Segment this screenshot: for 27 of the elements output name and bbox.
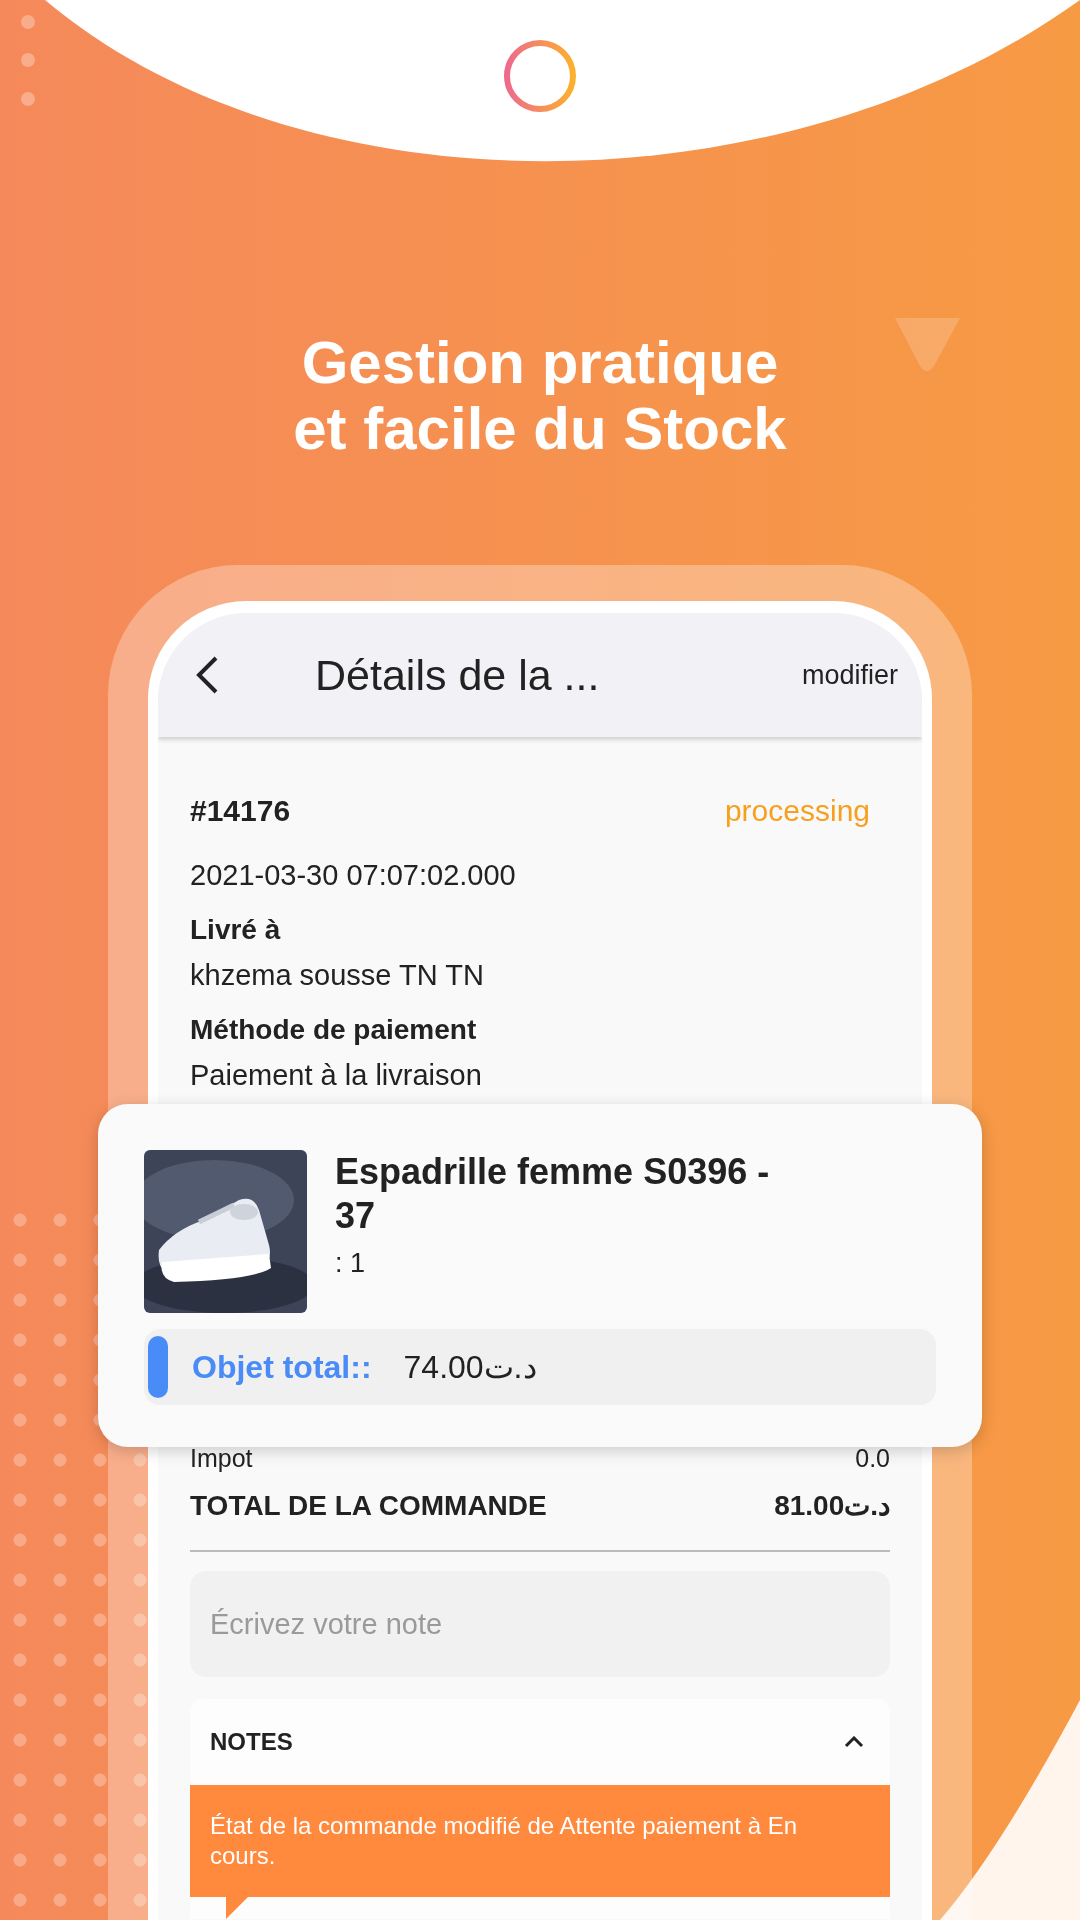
note-message: État de la commande modifié de Attente paiement à En cours.: [190, 1785, 890, 1919]
notes-title: NOTES: [210, 1728, 293, 1756]
headline-line: Gestion pratique: [301, 330, 779, 396]
edit-link[interactable]: modifier: [801, 659, 898, 691]
total-label: Objet total::: [192, 1348, 372, 1386]
summary-label: Impot: [190, 1443, 253, 1473]
product-name: Espadrille femme S0396 - 37: [335, 1150, 771, 1238]
note-field[interactable]: Écrivez votre note: [190, 1571, 890, 1677]
back-icon[interactable]: [194, 655, 220, 695]
field-label: Livré à: [190, 913, 282, 947]
headline-line: et facile du Stock: [293, 396, 787, 462]
product-quantity: : 1: [335, 1248, 367, 1279]
chevron-up-icon[interactable]: [844, 1736, 864, 1748]
order-number: #14176: [190, 793, 291, 829]
field-label: Méthode de paiement: [190, 1013, 478, 1047]
total-value: 81.00د.ت: [774, 1489, 890, 1523]
total-value: 74.00د.ت: [403, 1348, 537, 1386]
field-value: Paiement à la livraison: [190, 1058, 483, 1093]
screen-title: Détails de la ...: [315, 650, 601, 700]
logo-ring-icon: [504, 40, 576, 112]
accent-bar: [148, 1336, 168, 1398]
order-date: 2021-03-30 07:07:02.000: [190, 858, 517, 893]
triangle-drawing: [895, 318, 960, 371]
total-label: TOTAL DE LA COMMANDE: [190, 1489, 547, 1523]
order-status: processing: [724, 793, 870, 829]
field-value: khzema sousse TN TN: [190, 958, 485, 993]
summary-value: 0.0: [855, 1443, 890, 1473]
